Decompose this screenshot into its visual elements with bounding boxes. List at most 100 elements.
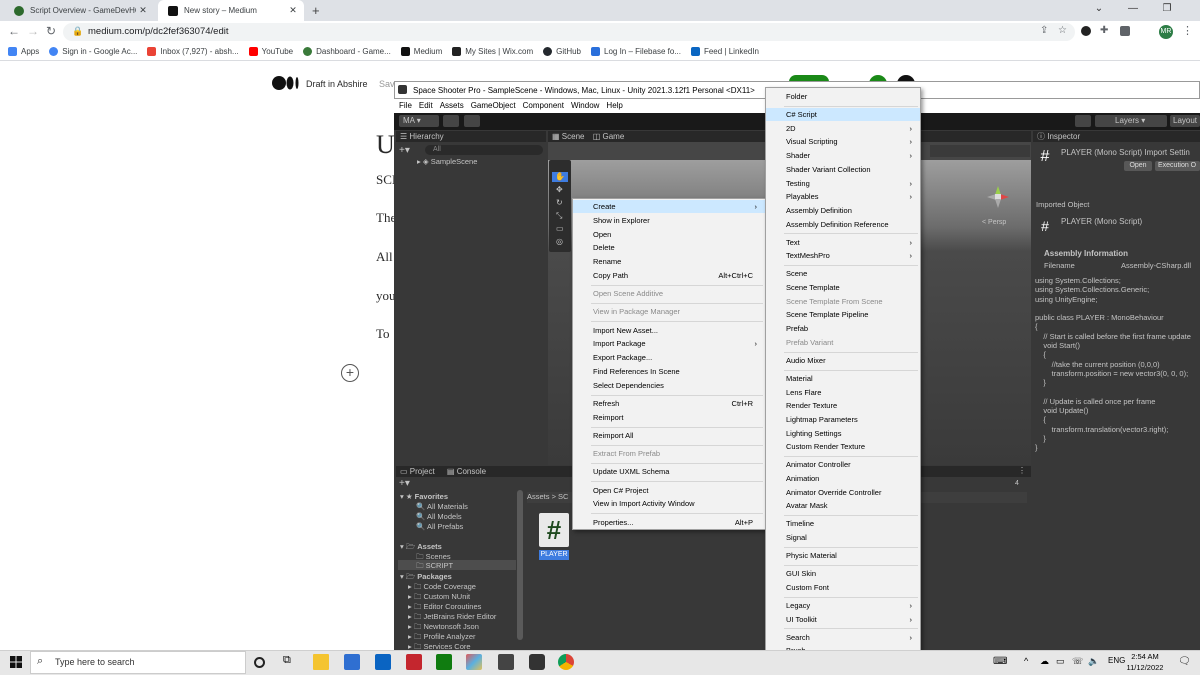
- cloud-icon[interactable]: [443, 115, 459, 127]
- star-icon[interactable]: ☆: [1058, 25, 1067, 36]
- create-menu-item[interactable]: Scene Template From Scene: [766, 295, 920, 308]
- add-block-button[interactable]: +: [341, 364, 359, 382]
- move-tool-icon[interactable]: ✥: [556, 185, 563, 194]
- context-menu-item[interactable]: Reimport All: [573, 429, 765, 442]
- context-menu-item[interactable]: View in Import Activity Window: [573, 497, 765, 510]
- create-menu-item[interactable]: Shader ›: [766, 149, 920, 162]
- context-menu-item[interactable]: Properties... Alt+P: [573, 516, 765, 529]
- context-menu-item[interactable]: Select Dependencies: [573, 379, 765, 392]
- story-paragraph[interactable]: To: [376, 326, 390, 342]
- create-menu-item[interactable]: Testing ›: [766, 177, 920, 190]
- back-icon[interactable]: ←: [8, 24, 20, 38]
- scene-view-toolbar[interactable]: [930, 145, 1030, 157]
- keyboard-icon[interactable]: ⌨: [993, 656, 1007, 667]
- execution-order-button[interactable]: Execution O: [1155, 161, 1200, 171]
- rotate-tool-icon[interactable]: ↻: [556, 198, 563, 207]
- bookmark-medium[interactable]: Medium: [400, 47, 442, 56]
- mail-icon[interactable]: [375, 654, 391, 670]
- layout-dropdown[interactable]: Layout: [1170, 115, 1200, 127]
- close-icon[interactable]: ✕: [136, 5, 150, 16]
- create-menu-item[interactable]: 2D ›: [766, 122, 920, 135]
- network-icon[interactable]: ☏: [1072, 656, 1083, 667]
- create-menu-item[interactable]: Prefab: [766, 322, 920, 335]
- close-icon[interactable]: ✕: [286, 5, 300, 16]
- create-menu-item[interactable]: Prefab Variant: [766, 336, 920, 349]
- context-menu-item[interactable]: Create ›: [573, 200, 765, 213]
- create-menu-item[interactable]: Lens Flare: [766, 386, 920, 399]
- minimize-icon[interactable]: —: [1116, 3, 1150, 14]
- create-menu-item[interactable]: Playables ›: [766, 190, 920, 203]
- create-menu-item[interactable]: Shader Variant Collection: [766, 163, 920, 176]
- create-menu-item[interactable]: Scene: [766, 267, 920, 280]
- favorite-item[interactable]: 🔍 All Models: [416, 512, 462, 521]
- create-menu-item[interactable]: Lightmap Parameters: [766, 413, 920, 426]
- windows-start-icon[interactable]: [10, 656, 22, 670]
- forward-icon[interactable]: →: [27, 24, 39, 38]
- bookmark-dashboard[interactable]: Dashboard - Game...: [303, 47, 391, 56]
- create-menu-item[interactable]: Avatar Mask: [766, 499, 920, 512]
- menu-edit[interactable]: Edit: [419, 99, 433, 113]
- story-paragraph[interactable]: you: [376, 288, 396, 304]
- create-menu-item[interactable]: Physic Material: [766, 549, 920, 562]
- bookmark-filebase[interactable]: Log In – Filebase fo...: [591, 47, 681, 56]
- tab-script-overview[interactable]: Script Overview - GameDevHQ ✕: [4, 0, 154, 21]
- create-menu-item[interactable]: Audio Mixer: [766, 354, 920, 367]
- hand-tool-icon[interactable]: ✋: [552, 172, 568, 182]
- open-button[interactable]: Open: [1124, 161, 1152, 171]
- create-menu-item[interactable]: Assembly Definition Reference: [766, 218, 920, 231]
- reload-icon[interactable]: ↻: [46, 24, 56, 38]
- task-view-icon[interactable]: ⧉: [283, 654, 299, 670]
- sidepanel-icon[interactable]: [1120, 26, 1130, 36]
- persp-label[interactable]: < Persp: [982, 219, 1006, 226]
- create-menu-item[interactable]: TextMeshPro ›: [766, 249, 920, 262]
- language-icon[interactable]: ENG: [1108, 656, 1125, 665]
- notification-icon[interactable]: 🗨: [1178, 656, 1191, 667]
- context-menu-item[interactable]: Export Package...: [573, 351, 765, 364]
- hierarchy-search-input[interactable]: All: [425, 145, 543, 155]
- create-menu-item[interactable]: Lighting Settings: [766, 427, 920, 440]
- scale-tool-icon[interactable]: ⤡: [556, 211, 562, 221]
- clock[interactable]: 2:54 AM 11/12/2022: [1125, 651, 1165, 673]
- url-text[interactable]: medium.com/p/dc2fef363074/edit: [88, 26, 228, 37]
- file-explorer-icon[interactable]: [313, 654, 329, 670]
- create-menu-item[interactable]: Assembly Definition: [766, 204, 920, 217]
- create-menu-item[interactable]: C# Script: [766, 108, 920, 121]
- context-menu-item[interactable]: Delete: [573, 241, 765, 254]
- collab-icon[interactable]: [464, 115, 480, 127]
- volume-icon[interactable]: 🔈: [1088, 656, 1099, 667]
- hierarchy-scene[interactable]: ▸ ◈ SampleScene: [417, 157, 477, 166]
- search-placeholder[interactable]: Type here to search: [55, 657, 135, 667]
- unity-editor-icon[interactable]: [529, 654, 545, 670]
- new-tab-button[interactable]: +: [312, 3, 320, 18]
- tab-console[interactable]: ▤ Console: [447, 467, 486, 476]
- menu-gameobject[interactable]: GameObject: [471, 99, 516, 113]
- create-menu-item[interactable]: Text ›: [766, 236, 920, 249]
- context-menu-item[interactable]: Open: [573, 228, 765, 241]
- scene-gizmo-icon[interactable]: [985, 184, 1011, 212]
- create-menu-item[interactable]: Animation: [766, 472, 920, 485]
- create-menu-item[interactable]: Signal: [766, 531, 920, 544]
- chevron-up-icon[interactable]: ^: [1024, 656, 1028, 666]
- panel-menu-icon[interactable]: ⋮: [1018, 466, 1026, 475]
- project-scrollbar[interactable]: [517, 490, 523, 640]
- store-icon[interactable]: [344, 654, 360, 670]
- menu-component[interactable]: Component: [523, 99, 564, 113]
- context-menu-item[interactable]: Extract From Prefab: [573, 447, 765, 460]
- create-menu-item[interactable]: Custom Font: [766, 581, 920, 594]
- account-dropdown[interactable]: MA ▾: [399, 115, 439, 127]
- paint-icon[interactable]: [466, 654, 482, 670]
- hierarchy-tab[interactable]: ☰ Hierarchy: [396, 131, 546, 142]
- history-icon[interactable]: [1075, 115, 1091, 127]
- create-menu-item[interactable]: Scene Template Pipeline: [766, 308, 920, 321]
- create-menu-item[interactable]: Timeline: [766, 517, 920, 530]
- bookmark-github[interactable]: GitHub: [543, 47, 581, 56]
- tab-project[interactable]: ▭ Project: [400, 467, 435, 476]
- bookmark-youtube[interactable]: YouTube: [248, 47, 293, 56]
- context-menu-item[interactable]: View in Package Manager: [573, 305, 765, 318]
- create-menu-item[interactable]: Search ›: [766, 631, 920, 644]
- bookmark-apps[interactable]: Apps: [8, 47, 39, 56]
- favorite-item[interactable]: 🔍 All Prefabs: [416, 522, 463, 531]
- unity-hub-icon[interactable]: [498, 654, 514, 670]
- extension-icon[interactable]: [1081, 26, 1091, 36]
- context-menu-item[interactable]: Open Scene Additive: [573, 287, 765, 300]
